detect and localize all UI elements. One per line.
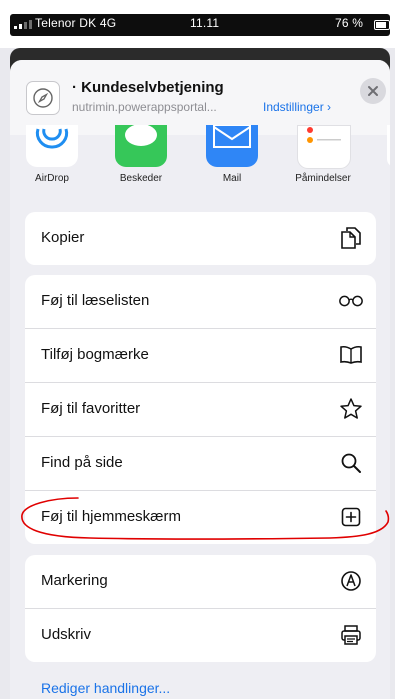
action-markup[interactable]: Markering <box>25 555 376 609</box>
action-label: Kopier <box>41 229 85 246</box>
copy-icon <box>338 225 364 251</box>
compass-icon <box>26 81 60 115</box>
action-label: Tilføj bogmærke <box>41 346 149 363</box>
action-find-on-page[interactable]: Find på side <box>25 437 376 491</box>
markup-pen-icon <box>338 568 364 594</box>
share-sheet-header: · Kundeselvbetjening nutrimin.powerappsp… <box>10 60 390 135</box>
action-group-tools: Markering Udskriv <box>25 555 376 662</box>
search-icon <box>338 450 364 476</box>
action-favorites[interactable]: Føj til favoritter <box>25 383 376 437</box>
action-label: Markering <box>41 572 108 589</box>
action-print[interactable]: Udskriv <box>25 609 376 662</box>
battery-percent: 76 % <box>335 16 364 30</box>
action-label: Føj til læselisten <box>41 292 150 309</box>
page-url: nutrimin.powerappsportal... <box>72 100 217 114</box>
action-label: Find på side <box>41 454 123 471</box>
share-target-label: AirDrop <box>35 173 69 184</box>
options-link[interactable]: Indstillinger › <box>263 100 331 114</box>
action-bookmark[interactable]: Tilføj bogmærke <box>25 329 376 383</box>
carrier-label: Telenor DK 4G <box>35 16 117 30</box>
airdrop-icon <box>26 125 78 167</box>
action-group-copy: Kopier <box>25 212 376 265</box>
battery-icon <box>374 20 390 30</box>
app-share-row: AirDrop Beskeder Mail Påmindelser <box>10 124 390 193</box>
printer-icon <box>338 622 364 648</box>
share-target-more[interactable] <box>387 125 390 167</box>
status-bar: Telenor DK 4G 11.11 76 % <box>0 0 395 48</box>
page-title: · Kundeselvbetjening <box>72 79 224 96</box>
close-icon <box>368 86 378 96</box>
book-icon <box>338 342 364 368</box>
action-label: Udskriv <box>41 626 92 643</box>
action-reading-list[interactable]: Føj til læselisten <box>25 275 376 329</box>
reminders-icon <box>297 125 351 169</box>
action-label: Føj til hjemmeskærm <box>41 508 182 525</box>
share-sheet: · Kundeselvbetjening nutrimin.powerappsp… <box>10 60 390 699</box>
action-copy[interactable]: Kopier <box>25 212 376 265</box>
messages-icon <box>115 124 167 167</box>
action-group-page: Føj til læselisten Tilføj bogmærke Føj t… <box>25 275 376 544</box>
share-target-label: Mail <box>222 173 242 184</box>
plus-square-icon <box>338 504 364 530</box>
signal-icon <box>14 20 32 29</box>
share-target-label: Beskeder <box>119 173 163 184</box>
action-label: Føj til favoritter <box>41 400 141 417</box>
mail-icon <box>206 124 258 167</box>
star-icon <box>338 396 364 422</box>
share-target-label: Påmindelser <box>295 173 351 184</box>
glasses-icon <box>338 288 364 314</box>
edit-actions-link[interactable]: Rediger handlinger... <box>41 680 170 696</box>
close-button[interactable] <box>360 78 386 104</box>
clock: 11.11 <box>190 16 220 30</box>
action-add-to-home-screen[interactable]: Føj til hjemmeskærm <box>25 491 376 544</box>
